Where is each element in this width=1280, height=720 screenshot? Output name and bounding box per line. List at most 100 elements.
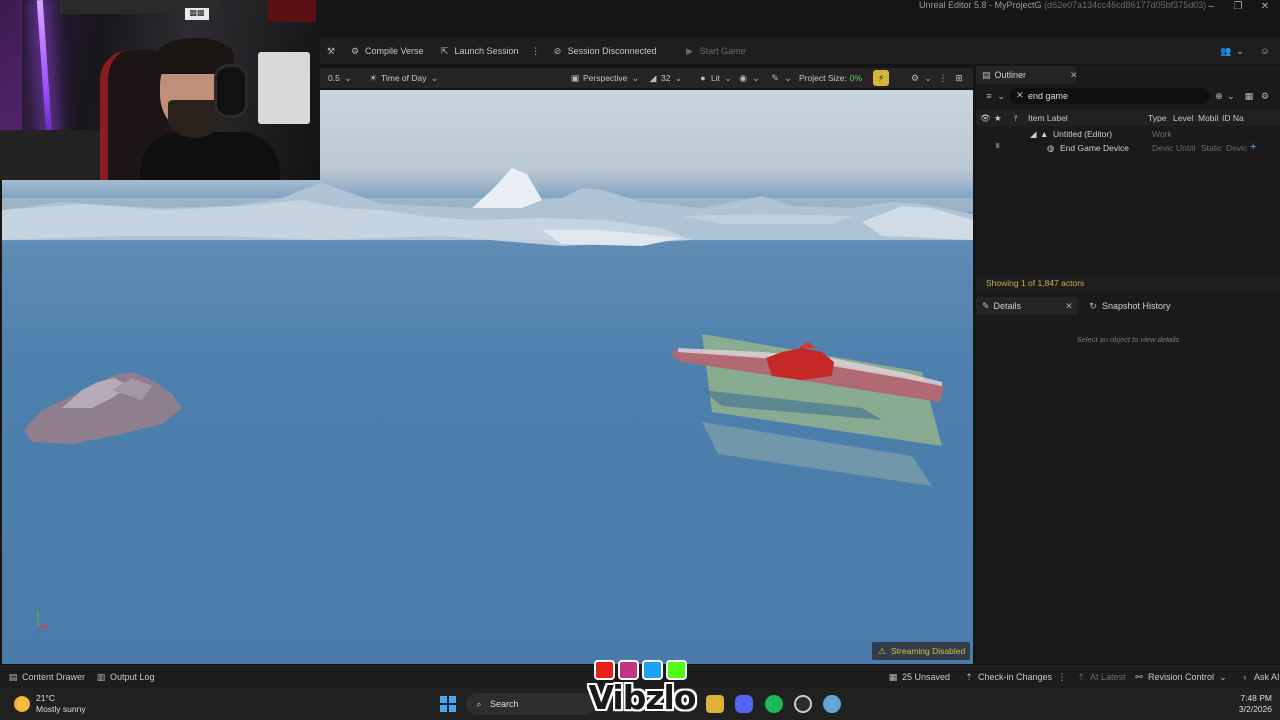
- viewport-layout-button[interactable]: ⊞: [950, 70, 968, 86]
- profile-button[interactable]: ☺: [1252, 40, 1278, 62]
- brand-logo-text: Vibzlo: [588, 678, 696, 717]
- youtube-icon: [594, 660, 615, 680]
- outliner-tab-label: Outliner: [994, 70, 1027, 80]
- outliner-row-world[interactable]: ◢ ▲ Untitled (Editor) Work: [976, 127, 1280, 141]
- more-options-button[interactable]: ⋮: [527, 40, 545, 62]
- session-status-button[interactable]: ⊘ Session Disconnected: [545, 40, 665, 62]
- gear-icon: ⚙: [910, 73, 920, 83]
- tools-dropdown[interactable]: ✎ ⌄: [766, 70, 797, 86]
- status-options-button[interactable]: ⋮: [1057, 672, 1067, 682]
- start-game-button[interactable]: ▶ Start Game: [677, 40, 754, 62]
- pin-icon[interactable]: ▘: [996, 143, 1003, 154]
- minimize-icon[interactable]: –: [1204, 1, 1218, 13]
- close-tab-icon[interactable]: ✕: [1070, 70, 1078, 81]
- realtime-toggle[interactable]: ⚡: [873, 70, 889, 86]
- discord-icon[interactable]: [735, 695, 753, 713]
- spotify-icon[interactable]: [765, 695, 783, 713]
- column-id-name[interactable]: ID Na: [1222, 113, 1244, 123]
- checkin-button[interactable]: ⇡ Check-in Changes: [964, 672, 1052, 682]
- add-plus-icon[interactable]: +: [1250, 141, 1256, 153]
- compile-icon: ⚙: [350, 46, 360, 56]
- visibility-column-icon[interactable]: 👁: [980, 113, 991, 124]
- start-game-label: Start Game: [699, 46, 746, 56]
- perspective-dropdown[interactable]: ▣ Perspective ⌄: [566, 70, 644, 86]
- camera-icon: ▣: [570, 73, 580, 83]
- disconnected-icon: ⊘: [553, 46, 562, 56]
- chevron-down-icon: ⌄: [724, 73, 732, 83]
- compile-verse-label: Compile Verse: [365, 46, 424, 56]
- session-status-label: Session Disconnected: [567, 46, 657, 56]
- output-log-button[interactable]: ▥ Output Log: [96, 672, 155, 682]
- outliner-icon: ▤: [982, 70, 991, 80]
- unsaved-button[interactable]: ▦ 25 Unsaved: [888, 672, 950, 682]
- outliner-row-end-game-device[interactable]: ▘ ◍ End Game Device Devic Untitl Static …: [976, 141, 1280, 155]
- column-mobility[interactable]: Mobil: [1198, 113, 1218, 123]
- column-level[interactable]: Level: [1173, 113, 1193, 123]
- pin-column-icon[interactable]: ⫯: [1014, 113, 1018, 124]
- outliner-search-input[interactable]: ✕ end game: [1010, 88, 1210, 104]
- column-item-label[interactable]: Item Label: [1028, 113, 1068, 123]
- weather-label: Mostly sunny: [36, 704, 86, 714]
- folder-icon[interactable]: ▦: [1244, 91, 1254, 101]
- chevron-down-icon: ⌄: [784, 73, 792, 83]
- taskbar-search[interactable]: ⌕ Search: [466, 693, 596, 715]
- clear-search-icon[interactable]: ✕: [1016, 90, 1024, 101]
- column-type[interactable]: Type: [1148, 113, 1166, 123]
- details-empty-text: Select an object to view details: [1076, 335, 1180, 344]
- show-dropdown[interactable]: ◉ ⌄: [734, 70, 765, 86]
- ask-ai-button[interactable]: ‹ Ask AI: [1240, 672, 1280, 682]
- project-size-label: Project Size:: [799, 73, 847, 83]
- tab-snapshot-history[interactable]: ↻ Snapshot History: [1082, 297, 1177, 315]
- lit-dropdown[interactable]: ● Lit ⌄: [694, 70, 737, 86]
- project-size-indicator: Project Size: 0%: [795, 70, 866, 86]
- compile-verse-button[interactable]: ⚙ Compile Verse: [342, 40, 432, 62]
- brush-icon: ✎: [771, 73, 779, 83]
- close-window-icon[interactable]: ✕: [1258, 1, 1272, 13]
- toolbar-overflow[interactable]: ⚒: [320, 40, 342, 62]
- chevron-down-icon: ⌄: [631, 73, 640, 83]
- arrow-up-icon: ⇡: [1077, 672, 1085, 682]
- tab-outliner[interactable]: ▤ Outliner ✕: [976, 66, 1078, 84]
- search-value: end game: [1028, 91, 1069, 101]
- chevron-left-icon: ‹: [1243, 672, 1247, 682]
- streaming-disabled-label: Streaming Disabled: [891, 646, 966, 656]
- weather-widget[interactable]: 21°C Mostly sunny: [14, 693, 86, 715]
- time-of-day-dropdown[interactable]: ☀ Time of Day ⌄: [364, 70, 444, 86]
- neon-light: [36, 0, 54, 151]
- taskbar-clock[interactable]: 7:48 PM 3/2/2026: [1222, 693, 1272, 715]
- upload-icon: ⇡: [965, 672, 973, 682]
- output-log-label: Output Log: [110, 672, 155, 682]
- chevron-down-icon[interactable]: ⌄: [996, 91, 1006, 101]
- close-tab-icon[interactable]: ✕: [1065, 301, 1073, 312]
- revision-control-dropdown[interactable]: ⚯ Revision Control ⌄: [1134, 672, 1228, 682]
- favorite-column-icon[interactable]: ★: [994, 113, 1002, 124]
- streaming-disabled-badge[interactable]: ⚠ Streaming Disabled: [872, 642, 971, 660]
- viewport-settings-dropdown[interactable]: ⚙ ⌄: [906, 70, 937, 86]
- save-icon: ▦: [888, 672, 898, 682]
- restore-icon[interactable]: ❐: [1231, 1, 1245, 13]
- filter-icon[interactable]: ≡: [984, 91, 994, 101]
- chevron-down-icon[interactable]: ⌄: [1226, 91, 1236, 101]
- chevron-down-icon: ⌄: [1219, 672, 1227, 682]
- users-button[interactable]: 👥 ⌄: [1212, 40, 1253, 62]
- expand-arrow-icon[interactable]: ◢: [1030, 129, 1037, 140]
- time-label: 7:48 PM: [1240, 693, 1272, 703]
- chevron-down-icon: ⌄: [344, 73, 352, 83]
- tab-details[interactable]: ✎ Details ✕: [976, 297, 1078, 315]
- fov-dropdown[interactable]: ◢ 32 ⌄: [644, 70, 687, 86]
- epic-launcher-icon[interactable]: [794, 695, 812, 713]
- project-size-value: 0%: [849, 73, 863, 83]
- at-latest-label: At Latest: [1090, 672, 1126, 682]
- window-title: Unreal Editor 5.8 - MyProjectG (d62e07a1…: [919, 0, 1206, 10]
- temperature-label: 21°C: [36, 693, 55, 703]
- details-panel: ✎ Details ✕ ↻ Snapshot History Select an…: [976, 296, 1280, 664]
- add-icon[interactable]: ⊕: [1214, 91, 1224, 101]
- unreal-editor-icon[interactable]: [823, 695, 841, 713]
- gear-icon[interactable]: ⚙: [1260, 91, 1270, 101]
- content-drawer-button[interactable]: ▤ Content Drawer: [8, 672, 85, 682]
- file-explorer-icon[interactable]: [706, 695, 724, 713]
- start-button-icon[interactable]: [440, 696, 456, 712]
- launch-session-button[interactable]: ⇱ Launch Session: [432, 40, 527, 62]
- row-level: Untitl: [1176, 143, 1196, 153]
- snap-value-dropdown[interactable]: 0.5 ⌄: [324, 70, 357, 86]
